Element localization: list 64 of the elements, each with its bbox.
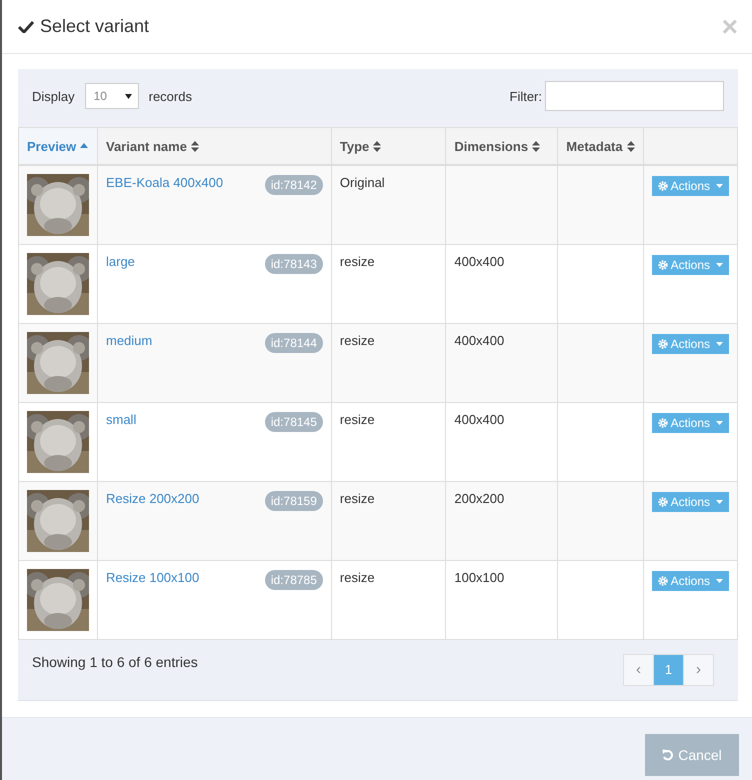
sort-icon — [190, 140, 199, 152]
id-badge: id:78143 — [264, 254, 323, 274]
dropdown-caret-icon — [124, 94, 132, 99]
variant-name-link[interactable]: medium — [106, 332, 152, 348]
table-cell: Original — [331, 164, 446, 244]
dialog-title: Select variant — [40, 16, 150, 38]
records-label: records — [148, 88, 192, 104]
gear-icon — [658, 260, 668, 270]
table-cell: 100x100 — [446, 560, 558, 640]
caret-icon — [716, 578, 723, 583]
filter-label: Filter: — [510, 88, 542, 104]
table-cell: 400x400 — [446, 323, 558, 402]
table-cell: resize — [331, 323, 446, 402]
checkmark-icon — [18, 20, 34, 34]
actions-button[interactable]: Actions — [652, 254, 729, 275]
sort-icon — [373, 140, 382, 152]
caret-icon — [716, 262, 723, 267]
table-cell: resize — [331, 560, 446, 640]
id-badge: id:78142 — [264, 174, 323, 195]
variant-name-link[interactable]: EBE-Koala 400x400 — [106, 174, 224, 190]
table-cell: 400x400 — [446, 244, 558, 324]
table-cell: resize — [331, 244, 446, 324]
sort-icon — [626, 140, 635, 152]
sort-ascending-icon — [80, 142, 88, 148]
caret-icon — [716, 342, 723, 346]
column-header[interactable]: Type — [331, 128, 446, 165]
variant-name-link[interactable]: Resize 200x200 — [106, 490, 200, 506]
caret-icon — [716, 500, 723, 504]
id-badge: id:78144 — [264, 332, 323, 353]
gear-icon — [658, 418, 668, 428]
actions-button[interactable]: Actions — [652, 412, 729, 433]
id-badge: id:78159 — [264, 490, 323, 511]
id-badge: id:78145 — [264, 412, 323, 432]
actions-button[interactable]: Actions — [652, 492, 729, 512]
column-header[interactable]: Preview — [18, 128, 98, 165]
column-header[interactable]: Variant name — [98, 128, 332, 165]
caret-icon — [716, 420, 723, 425]
filter-field[interactable] — [545, 81, 724, 112]
gear-icon — [658, 576, 668, 586]
column-header[interactable]: Dimensions — [446, 128, 558, 165]
table-cell: resize — [331, 481, 446, 560]
actions-button[interactable]: Actions — [652, 334, 729, 354]
display-label: Display — [32, 88, 75, 104]
sort-icon — [532, 140, 540, 152]
undo-icon — [662, 749, 674, 762]
column-header[interactable]: Metadata — [558, 128, 644, 165]
caret-icon — [716, 184, 723, 188]
id-badge: id:78785 — [264, 570, 323, 590]
previous-page-button[interactable]: ‹ — [623, 654, 654, 686]
variant-name-link[interactable]: Resize 100x100 — [106, 570, 200, 585]
variant-name-link[interactable]: small — [106, 412, 136, 427]
gear-icon — [658, 496, 668, 507]
actions-button[interactable]: Actions — [652, 570, 729, 591]
actions-button[interactable]: Actions — [652, 176, 729, 196]
next-page-button[interactable]: › — [683, 654, 714, 686]
gear-icon — [658, 338, 668, 349]
table-cell: resize — [331, 402, 446, 482]
page-button[interactable]: 1 — [653, 654, 684, 686]
variant-name-link[interactable]: large — [106, 254, 135, 269]
table-cell: 200x200 — [446, 481, 558, 560]
entries-info: Showing 1 to 6 of 6 entries — [32, 654, 198, 670]
records-select[interactable]: 10 — [84, 83, 139, 110]
table-cell: 400x400 — [446, 402, 558, 482]
gear-icon — [658, 180, 668, 191]
